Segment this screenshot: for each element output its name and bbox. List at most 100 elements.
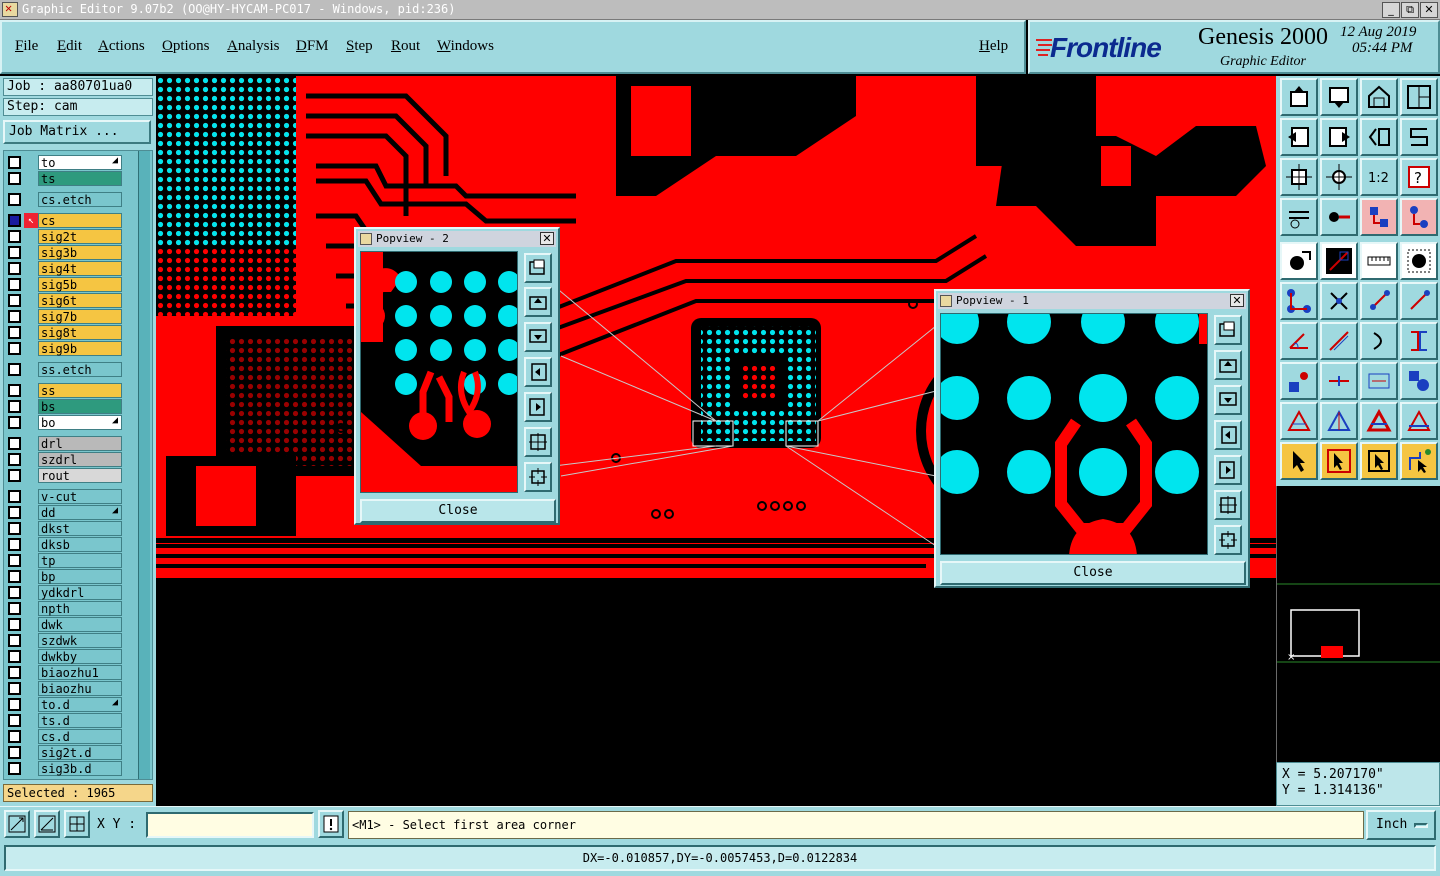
layer-row[interactable]: bp bbox=[8, 569, 126, 584]
layer-visibility-checkbox[interactable] bbox=[8, 730, 21, 743]
layer-visibility-checkbox[interactable] bbox=[8, 246, 21, 259]
layer-name[interactable]: cs.d bbox=[38, 729, 122, 744]
menu-step[interactable]: Step bbox=[346, 38, 373, 55]
measure-tool-icon[interactable] bbox=[1320, 198, 1358, 236]
layer-row[interactable]: v-cut bbox=[8, 489, 126, 504]
layer-name[interactable]: sig8t bbox=[38, 325, 122, 340]
layer-visibility-checkbox[interactable] bbox=[8, 698, 21, 711]
layer-visibility-checkbox[interactable] bbox=[8, 586, 21, 599]
settings-icon[interactable] bbox=[1280, 198, 1318, 236]
layer-submenu-icon[interactable]: ◢ bbox=[112, 505, 124, 516]
popview-1-pan-down-button[interactable] bbox=[1214, 385, 1242, 415]
triangle-base-icon[interactable] bbox=[1400, 402, 1438, 440]
layer-row[interactable]: rout bbox=[8, 468, 126, 483]
popview-1-pan-right-button[interactable] bbox=[1214, 455, 1242, 485]
layer-visibility-checkbox[interactable] bbox=[8, 172, 21, 185]
layer-visibility-checkbox[interactable] bbox=[8, 554, 21, 567]
layer-name[interactable]: ydkdrl bbox=[38, 585, 122, 600]
layer-row[interactable]: sig7b bbox=[8, 309, 126, 324]
grid-snap-icon[interactable] bbox=[1280, 362, 1318, 400]
net-highlight-icon[interactable] bbox=[1360, 198, 1398, 236]
layer-name[interactable]: sig3b.d bbox=[38, 761, 122, 776]
connect-nodes-icon[interactable] bbox=[1280, 282, 1318, 320]
units-dropdown[interactable]: Inch bbox=[1366, 810, 1436, 840]
layer-visibility-checkbox[interactable] bbox=[8, 278, 21, 291]
popview-1-titlebar[interactable]: Popview - 1 ✕ bbox=[938, 293, 1246, 309]
menu-dfm[interactable]: DFM bbox=[296, 38, 329, 55]
bracket-icon[interactable] bbox=[1400, 322, 1438, 360]
layer-visibility-checkbox[interactable] bbox=[8, 262, 21, 275]
slash-icon[interactable] bbox=[1320, 322, 1358, 360]
layer-row[interactable]: biaozhu1 bbox=[8, 665, 126, 680]
layer-submenu-icon[interactable]: ◢ bbox=[112, 415, 124, 426]
mirror-icon[interactable] bbox=[1360, 118, 1398, 156]
layer-visibility-checkbox[interactable] bbox=[8, 538, 21, 551]
snap-angle-icon[interactable] bbox=[34, 810, 60, 838]
layer-row[interactable]: sig5b bbox=[8, 277, 126, 292]
layer-name[interactable]: sig2t.d bbox=[38, 745, 122, 760]
layer-name[interactable]: sig9b bbox=[38, 341, 122, 356]
layer-name[interactable]: tp bbox=[38, 553, 122, 568]
menu-actions[interactable]: Actions bbox=[98, 38, 145, 55]
layer-row[interactable]: bs bbox=[8, 399, 126, 414]
cross-icon[interactable] bbox=[1320, 282, 1358, 320]
popview-1-close-button[interactable]: Close bbox=[940, 561, 1246, 585]
popview-2-pan-down-button[interactable] bbox=[524, 322, 552, 352]
arc-icon[interactable] bbox=[1360, 322, 1398, 360]
minimap[interactable]: × bbox=[1276, 486, 1440, 762]
layer-name[interactable]: sig4t bbox=[38, 261, 122, 276]
zoom-fit-icon[interactable] bbox=[1280, 158, 1318, 196]
popview-2-zoom-in-button[interactable] bbox=[524, 427, 552, 457]
popview-1-zoom-in-button[interactable] bbox=[1214, 490, 1242, 520]
layer-visibility-checkbox[interactable] bbox=[8, 214, 21, 227]
layer-row[interactable]: dwk bbox=[8, 617, 126, 632]
select-net-icon[interactable] bbox=[1400, 442, 1438, 480]
layer-row[interactable]: dd ◢ bbox=[8, 505, 126, 520]
menu-help[interactable]: Help bbox=[979, 38, 1008, 55]
layer-name[interactable]: szdwk bbox=[38, 633, 122, 648]
popview-2-zoom-out-button[interactable] bbox=[524, 462, 552, 492]
layer-visibility-checkbox[interactable] bbox=[8, 522, 21, 535]
layer-name[interactable]: v-cut bbox=[38, 489, 122, 504]
layer-name[interactable]: ts bbox=[38, 171, 122, 186]
angle-icon[interactable] bbox=[1280, 322, 1318, 360]
layer-name[interactable]: cs.etch bbox=[38, 192, 122, 207]
layer-row[interactable]: biaozhu bbox=[8, 681, 126, 696]
layer-row[interactable]: tp bbox=[8, 553, 126, 568]
select-box-icon[interactable] bbox=[1320, 442, 1358, 480]
layer-row[interactable]: bo ◢ bbox=[8, 415, 126, 430]
help-query-icon[interactable]: ? bbox=[1400, 158, 1438, 196]
minimize-button[interactable]: _ bbox=[1382, 2, 1400, 18]
layer-name[interactable]: ss.etch bbox=[38, 362, 122, 377]
s-curve-icon[interactable] bbox=[1400, 118, 1438, 156]
line-end-icon[interactable] bbox=[1400, 282, 1438, 320]
layer-visibility-checkbox[interactable] bbox=[8, 469, 21, 482]
layer-visibility-checkbox[interactable] bbox=[8, 634, 21, 647]
layer-name[interactable]: drl bbox=[38, 436, 122, 451]
info-icon[interactable] bbox=[318, 810, 344, 838]
select-area-icon[interactable] bbox=[1360, 442, 1398, 480]
layer-row[interactable]: ydkdrl bbox=[8, 585, 126, 600]
layer-visibility-checkbox[interactable] bbox=[8, 618, 21, 631]
layer-row[interactable]: npth bbox=[8, 601, 126, 616]
layer-visibility-checkbox[interactable] bbox=[8, 400, 21, 413]
layer-row[interactable]: sig3b.d bbox=[8, 761, 126, 776]
layer-row[interactable]: dwkby bbox=[8, 649, 126, 664]
layer-name[interactable]: ts.d bbox=[38, 713, 122, 728]
open-layer-icon[interactable] bbox=[1280, 78, 1318, 116]
layer-row[interactable]: sig2t bbox=[8, 229, 126, 244]
window-title-bar[interactable]: Graphic Editor 9.07b2 (OO@HY-HYCAM-PC017… bbox=[0, 0, 1440, 20]
layer-row[interactable]: drl bbox=[8, 436, 126, 451]
layer-visibility-checkbox[interactable] bbox=[8, 453, 21, 466]
layer-row[interactable]: szdwk bbox=[8, 633, 126, 648]
menu-rout[interactable]: Rout bbox=[391, 38, 420, 55]
multi-shape-icon[interactable] bbox=[1400, 362, 1438, 400]
popview-1-close-icon[interactable]: ✕ bbox=[1230, 294, 1244, 307]
popview-2-close-button[interactable]: Close bbox=[360, 499, 556, 523]
popview-2-pan-left-button[interactable] bbox=[524, 357, 552, 387]
layer-name[interactable]: dwk bbox=[38, 617, 122, 632]
layer-row[interactable]: ↖ cs bbox=[8, 213, 126, 228]
layer-visibility-checkbox[interactable] bbox=[8, 363, 21, 376]
zoom-center-icon[interactable] bbox=[1320, 158, 1358, 196]
popview-1-zoom-out-button[interactable] bbox=[1214, 525, 1242, 555]
